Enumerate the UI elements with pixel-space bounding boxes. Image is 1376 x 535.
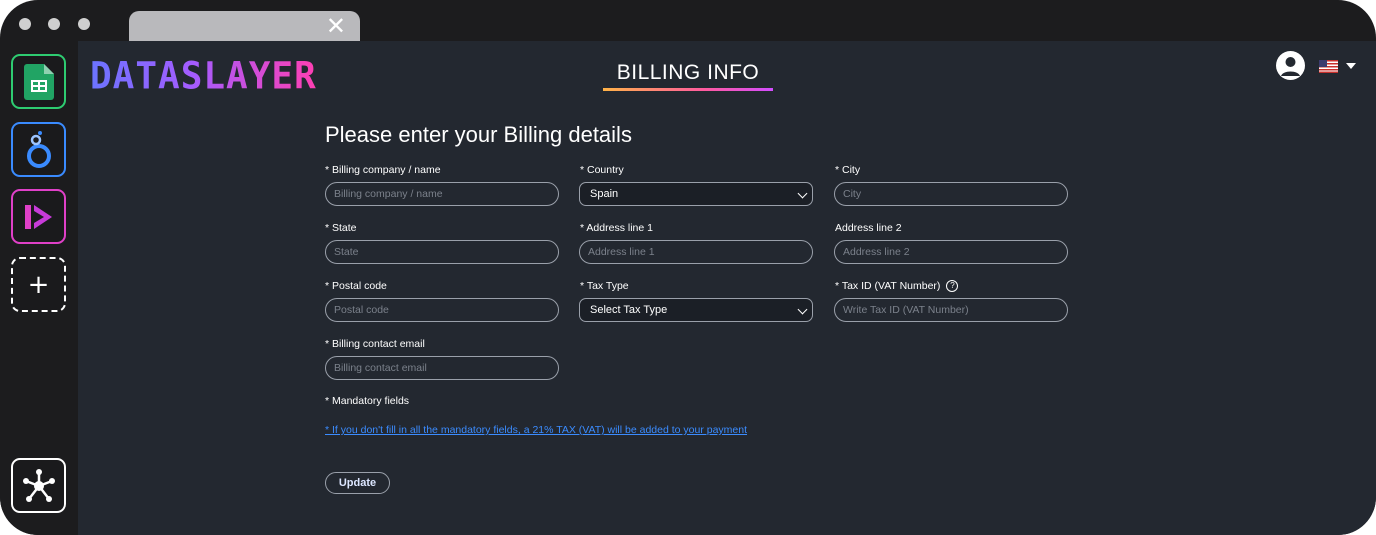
page-title: BILLING INFO: [616, 61, 760, 84]
language-dropdown-chevron-down-icon[interactable]: [1346, 63, 1356, 69]
sidebar-item-connectors[interactable]: [11, 458, 66, 513]
state-input[interactable]: [325, 240, 559, 264]
user-avatar-icon[interactable]: [1276, 51, 1305, 80]
city-label: * City: [835, 164, 861, 176]
address-line-2-input[interactable]: [834, 240, 1068, 264]
tax-id-label: * Tax ID (VAT Number): [835, 280, 941, 292]
window-minimize-dot[interactable]: [48, 18, 60, 30]
city-input[interactable]: [834, 182, 1068, 206]
update-button[interactable]: Update: [325, 472, 390, 494]
chevron-down-icon: [797, 304, 808, 315]
address-line-1-input[interactable]: [579, 240, 813, 264]
sidebar-item-add[interactable]: +: [11, 257, 66, 312]
window-maximize-dot[interactable]: [78, 18, 90, 30]
tax-type-select[interactable]: Select Tax Type: [579, 298, 813, 322]
dataslayer-logo[interactable]: DATASLAYER: [90, 55, 317, 98]
billing-company-label: * Billing company / name: [325, 164, 441, 176]
tax-type-select-value: Select Tax Type: [590, 304, 668, 316]
billing-email-label: * Billing contact email: [325, 338, 425, 350]
tax-id-label-wrap: * Tax ID (VAT Number)?: [835, 280, 959, 293]
close-icon[interactable]: ✕: [326, 14, 346, 38]
sidebar-item-google-sheets[interactable]: [11, 54, 66, 109]
country-label: * Country: [580, 164, 624, 176]
form-heading: Please enter your Billing details: [325, 122, 632, 147]
network-icon: [22, 468, 55, 502]
main-content: DATASLAYER BILLING INFO Please enter you…: [78, 41, 1376, 535]
help-icon[interactable]: ?: [946, 280, 959, 293]
chevron-down-icon: [797, 188, 808, 199]
country-select-value: Spain: [590, 188, 619, 200]
looker-studio-icon: [26, 130, 51, 168]
mandatory-note: * Mandatory fields: [325, 395, 410, 407]
plus-icon: +: [27, 269, 50, 300]
power-bi-icon: [24, 204, 52, 229]
us-flag-icon[interactable]: [1319, 60, 1338, 73]
address-line-1-label: * Address line 1: [580, 222, 653, 234]
postal-code-input[interactable]: [325, 298, 559, 322]
postal-code-label: * Postal code: [325, 280, 387, 292]
country-select[interactable]: Spain: [579, 182, 813, 206]
sidebar: +: [0, 41, 78, 535]
sidebar-item-looker-studio[interactable]: [11, 122, 66, 177]
tax-id-input[interactable]: [834, 298, 1068, 322]
sidebar-item-power-bi[interactable]: [11, 189, 66, 244]
billing-company-input[interactable]: [325, 182, 559, 206]
address-line-2-label: Address line 2: [835, 222, 902, 234]
tax-type-label: * Tax Type: [580, 280, 629, 292]
browser-tab[interactable]: ✕: [129, 11, 360, 41]
title-underline: [603, 88, 773, 91]
app-window: ✕ + DATASLAYER BILLING INFO Please enter…: [0, 0, 1376, 535]
state-label: * State: [325, 222, 357, 234]
tax-warning-link[interactable]: * If you don't fill in all the mandatory…: [325, 424, 747, 436]
window-close-dot[interactable]: [19, 18, 31, 30]
google-sheets-icon: [23, 63, 54, 100]
billing-email-input[interactable]: [325, 356, 559, 380]
